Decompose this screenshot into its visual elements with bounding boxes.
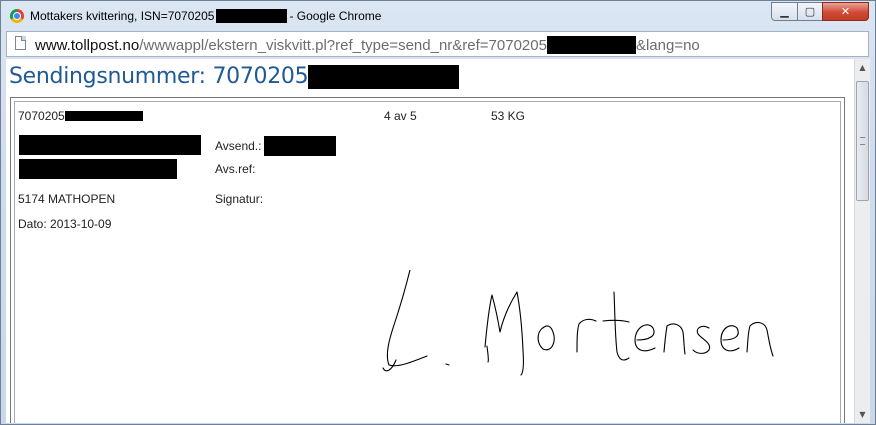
url-path: /wwwappl/ekstern_viskvitt.pl?ref_type=se… — [139, 36, 547, 54]
weight: 53 KG — [491, 109, 526, 123]
date-label: Dato: 2013-10-09 — [18, 217, 112, 231]
scroll-down-icon[interactable]: ▼ — [855, 406, 870, 423]
minimize-icon: ▁ — [780, 5, 789, 18]
window-title: Mottakers kvittering, ISN=7070205 - Goog… — [30, 9, 381, 23]
redaction-block — [308, 64, 460, 89]
url-query-suffix: &lang=no — [635, 36, 700, 54]
redaction-block — [64, 111, 143, 121]
sender-ref-label: Avs.ref: — [215, 162, 256, 176]
scroll-up-icon[interactable]: ▲ — [855, 59, 870, 76]
signature-label: Signatur: — [215, 192, 264, 206]
redaction-block — [546, 36, 636, 54]
sender-field: Avsend.: — [215, 136, 337, 156]
address-bar[interactable]: www.tollpost.no /wwwappl/ekstern_viskvit… — [6, 31, 869, 57]
redaction-block — [216, 9, 288, 23]
recipient-name-redaction — [19, 135, 201, 155]
vertical-scrollbar[interactable]: ▲ ▼ — [854, 59, 870, 423]
page-icon — [15, 36, 26, 50]
sender-label: Avsend.: — [215, 139, 262, 153]
scroll-thumb[interactable] — [856, 81, 869, 201]
page-title: Sendingsnummer: 7070205 — [9, 64, 460, 89]
title-bar[interactable]: Mottakers kvittering, ISN=7070205 - Goog… — [1, 1, 875, 29]
close-button[interactable]: ✕ — [822, 2, 869, 21]
chrome-icon — [10, 9, 24, 23]
browser-window: Mottakers kvittering, ISN=7070205 - Goog… — [0, 0, 876, 425]
recipient-address-redaction — [19, 159, 177, 179]
page-title-text: Sendingsnummer: 7070205 — [9, 64, 309, 89]
redaction-block — [264, 136, 337, 156]
receipt-panel: 7070205 4 av 5 53 KG Avsend.: Avs.ref: 5… — [14, 101, 841, 423]
maximize-button[interactable]: ▢ — [797, 2, 823, 21]
maximize-icon: ▢ — [804, 5, 816, 18]
shipment-number: 7070205 — [18, 109, 143, 123]
url-host: www.tollpost.no — [35, 36, 140, 54]
window-title-prefix: Mottakers kvittering, ISN=7070205 — [30, 9, 215, 23]
shipment-number-text: 7070205 — [18, 109, 65, 123]
window-controls: ▁ ▢ ✕ — [771, 2, 869, 21]
receipt-frame: 7070205 4 av 5 53 KG Avsend.: Avs.ref: 5… — [10, 97, 845, 423]
minimize-button[interactable]: ▁ — [771, 2, 798, 21]
window-title-suffix: - Google Chrome — [289, 9, 382, 23]
package-count: 4 av 5 — [384, 109, 417, 123]
postal-code-city: 5174 MATHOPEN — [18, 192, 116, 206]
url-text[interactable]: www.tollpost.no /wwwappl/ekstern_viskvit… — [35, 36, 700, 54]
handwritten-signature — [382, 270, 774, 376]
close-icon: ✕ — [840, 5, 851, 18]
page-viewport: Sendingsnummer: 7070205 7070205 4 av 5 5… — [6, 59, 854, 423]
